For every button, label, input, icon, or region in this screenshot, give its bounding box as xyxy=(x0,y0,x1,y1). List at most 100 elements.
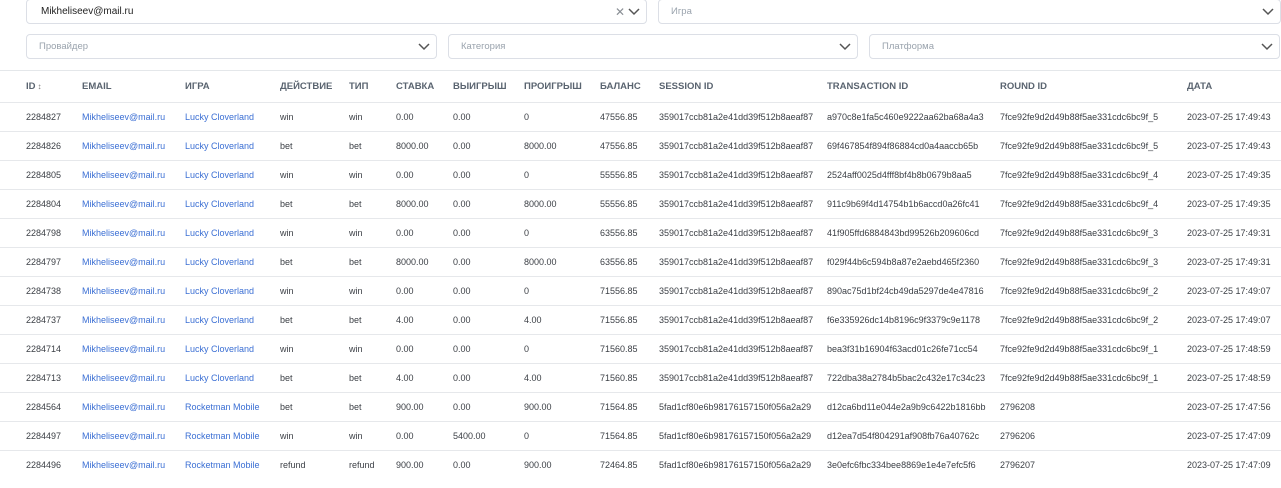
clear-icon[interactable]: ✕ xyxy=(615,5,625,19)
game-link[interactable]: Rocketman Mobile xyxy=(185,431,260,441)
cell-game: Lucky Cloverland xyxy=(185,276,280,306)
cell-win: 0.00 xyxy=(453,334,524,364)
cell-transaction-id: f6e335926dc14b8196c9f3379c9e1178 xyxy=(827,305,1000,335)
cell-loss: 0 xyxy=(524,421,600,451)
cell-email: Mikheliseev@mail.ru xyxy=(82,276,185,306)
email-link[interactable]: Mikheliseev@mail.ru xyxy=(82,460,165,470)
cell-email: Mikheliseev@mail.ru xyxy=(82,189,185,219)
cell-session-id: 5fad1cf80e6b98176157150f056a2a29 xyxy=(659,421,827,451)
column-header-balance[interactable]: БАЛАНС xyxy=(600,71,659,103)
cell-round-id: 7fce92fe9d2d49b88f5ae331cdc6bc9f_4 xyxy=(1000,189,1187,219)
cell-loss: 0 xyxy=(524,334,600,364)
column-header-session-id[interactable]: SESSION ID xyxy=(659,71,827,103)
chevron-down-icon[interactable] xyxy=(839,42,851,52)
cell-id: 2284564 xyxy=(0,392,82,422)
cell-email: Mikheliseev@mail.ru xyxy=(82,363,185,393)
platform-select[interactable]: Платформа xyxy=(869,34,1280,59)
cell-email: Mikheliseev@mail.ru xyxy=(82,160,185,190)
cell-round-id: 7fce92fe9d2d49b88f5ae331cdc6bc9f_4 xyxy=(1000,160,1187,190)
cell-session-id: 359017ccb81a2e41dd39f512b8aeaf87 xyxy=(659,305,827,335)
cell-game: Lucky Cloverland xyxy=(185,363,280,393)
cell-game: Lucky Cloverland xyxy=(185,247,280,277)
game-link[interactable]: Rocketman Mobile xyxy=(185,460,260,470)
cell-email: Mikheliseev@mail.ru xyxy=(82,392,185,422)
chevron-down-icon[interactable] xyxy=(418,42,430,52)
column-header-date[interactable]: ДАТА xyxy=(1187,71,1281,103)
game-link[interactable]: Lucky Cloverland xyxy=(185,373,254,383)
cell-balance: 47556.85 xyxy=(600,102,659,132)
game-link[interactable]: Lucky Cloverland xyxy=(185,344,254,354)
user-select[interactable]: Mikheliseev@mail.ru ✕ xyxy=(26,0,647,24)
cell-email: Mikheliseev@mail.ru xyxy=(82,247,185,277)
chevron-down-icon[interactable] xyxy=(1262,7,1274,17)
cell-action: bet xyxy=(280,131,349,161)
cell-loss: 0 xyxy=(524,276,600,306)
game-link[interactable]: Lucky Cloverland xyxy=(185,112,254,122)
cell-balance: 71564.85 xyxy=(600,421,659,451)
cell-balance: 71560.85 xyxy=(600,363,659,393)
cell-action: win xyxy=(280,102,349,132)
column-header-id[interactable]: ID ↕ xyxy=(0,71,82,103)
email-link[interactable]: Mikheliseev@mail.ru xyxy=(82,315,165,325)
cell-balance: 71556.85 xyxy=(600,305,659,335)
email-link[interactable]: Mikheliseev@mail.ru xyxy=(82,141,165,151)
game-link[interactable]: Lucky Cloverland xyxy=(185,257,254,267)
game-link[interactable]: Lucky Cloverland xyxy=(185,170,254,180)
cell-session-id: 359017ccb81a2e41dd39f512b8aeaf87 xyxy=(659,131,827,161)
game-link[interactable]: Lucky Cloverland xyxy=(185,141,254,151)
cell-transaction-id: 41f905ffd6884843bd99526b209606cd xyxy=(827,218,1000,248)
cell-type: bet xyxy=(349,363,396,393)
table-row: 2284826 Mikheliseev@mail.ru Lucky Cloverla… xyxy=(0,131,1281,161)
chevron-down-icon[interactable] xyxy=(1261,42,1273,52)
game-link[interactable]: Lucky Cloverland xyxy=(185,199,254,209)
column-header-bet[interactable]: СТАВКА xyxy=(396,71,453,103)
cell-game: Rocketman Mobile xyxy=(185,392,280,422)
column-header-type[interactable]: ТИП xyxy=(349,71,396,103)
email-link[interactable]: Mikheliseev@mail.ru xyxy=(82,199,165,209)
game-link[interactable]: Lucky Cloverland xyxy=(185,286,254,296)
column-header-loss[interactable]: ПРОИГРЫШ xyxy=(524,71,600,103)
email-link[interactable]: Mikheliseev@mail.ru xyxy=(82,344,165,354)
cell-id: 2284737 xyxy=(0,305,82,335)
cell-win: 0.00 xyxy=(453,189,524,219)
column-header-action[interactable]: ДЕЙСТВИЕ xyxy=(280,71,349,103)
cell-round-id: 7fce92fe9d2d49b88f5ae331cdc6bc9f_5 xyxy=(1000,131,1187,161)
game-link[interactable]: Lucky Cloverland xyxy=(185,228,254,238)
table-row: 2284714 Mikheliseev@mail.ru Lucky Cloverla… xyxy=(0,334,1281,364)
provider-select[interactable]: Провайдер xyxy=(26,34,437,59)
cell-bet: 8000.00 xyxy=(396,131,453,161)
cell-round-id: 7fce92fe9d2d49b88f5ae331cdc6bc9f_3 xyxy=(1000,218,1187,248)
column-header-win[interactable]: ВЫИГРЫШ xyxy=(453,71,524,103)
email-link[interactable]: Mikheliseev@mail.ru xyxy=(82,402,165,412)
email-link[interactable]: Mikheliseev@mail.ru xyxy=(82,112,165,122)
chevron-down-icon[interactable] xyxy=(628,7,640,17)
column-header-game[interactable]: ИГРА xyxy=(185,71,280,103)
category-select[interactable]: Категория xyxy=(448,34,858,59)
column-header-transaction-id[interactable]: TRANSACTION ID xyxy=(827,71,1000,103)
cell-session-id: 5fad1cf80e6b98176157150f056a2a29 xyxy=(659,392,827,422)
category-select-placeholder: Категория xyxy=(461,41,506,52)
game-select[interactable]: Игра xyxy=(658,0,1281,24)
email-link[interactable]: Mikheliseev@mail.ru xyxy=(82,170,165,180)
cell-type: win xyxy=(349,276,396,306)
email-link[interactable]: Mikheliseev@mail.ru xyxy=(82,431,165,441)
email-link[interactable]: Mikheliseev@mail.ru xyxy=(82,257,165,267)
email-link[interactable]: Mikheliseev@mail.ru xyxy=(82,373,165,383)
user-select-value: Mikheliseev@mail.ru xyxy=(41,6,134,17)
email-link[interactable]: Mikheliseev@mail.ru xyxy=(82,228,165,238)
cell-round-id: 7fce92fe9d2d49b88f5ae331cdc6bc9f_3 xyxy=(1000,247,1187,277)
game-link[interactable]: Lucky Cloverland xyxy=(185,315,254,325)
column-header-round-id[interactable]: ROUND ID xyxy=(1000,71,1187,103)
sort-icon[interactable]: ↕ xyxy=(38,82,42,91)
cell-action: win xyxy=(280,421,349,451)
cell-id: 2284805 xyxy=(0,160,82,190)
cell-type: bet xyxy=(349,392,396,422)
email-link[interactable]: Mikheliseev@mail.ru xyxy=(82,286,165,296)
game-link[interactable]: Rocketman Mobile xyxy=(185,402,260,412)
cell-type: win xyxy=(349,421,396,451)
column-header-email[interactable]: EMAIL xyxy=(82,71,185,103)
cell-bet: 8000.00 xyxy=(396,189,453,219)
cell-loss: 8000.00 xyxy=(524,247,600,277)
cell-id: 2284714 xyxy=(0,334,82,364)
cell-bet: 4.00 xyxy=(396,363,453,393)
